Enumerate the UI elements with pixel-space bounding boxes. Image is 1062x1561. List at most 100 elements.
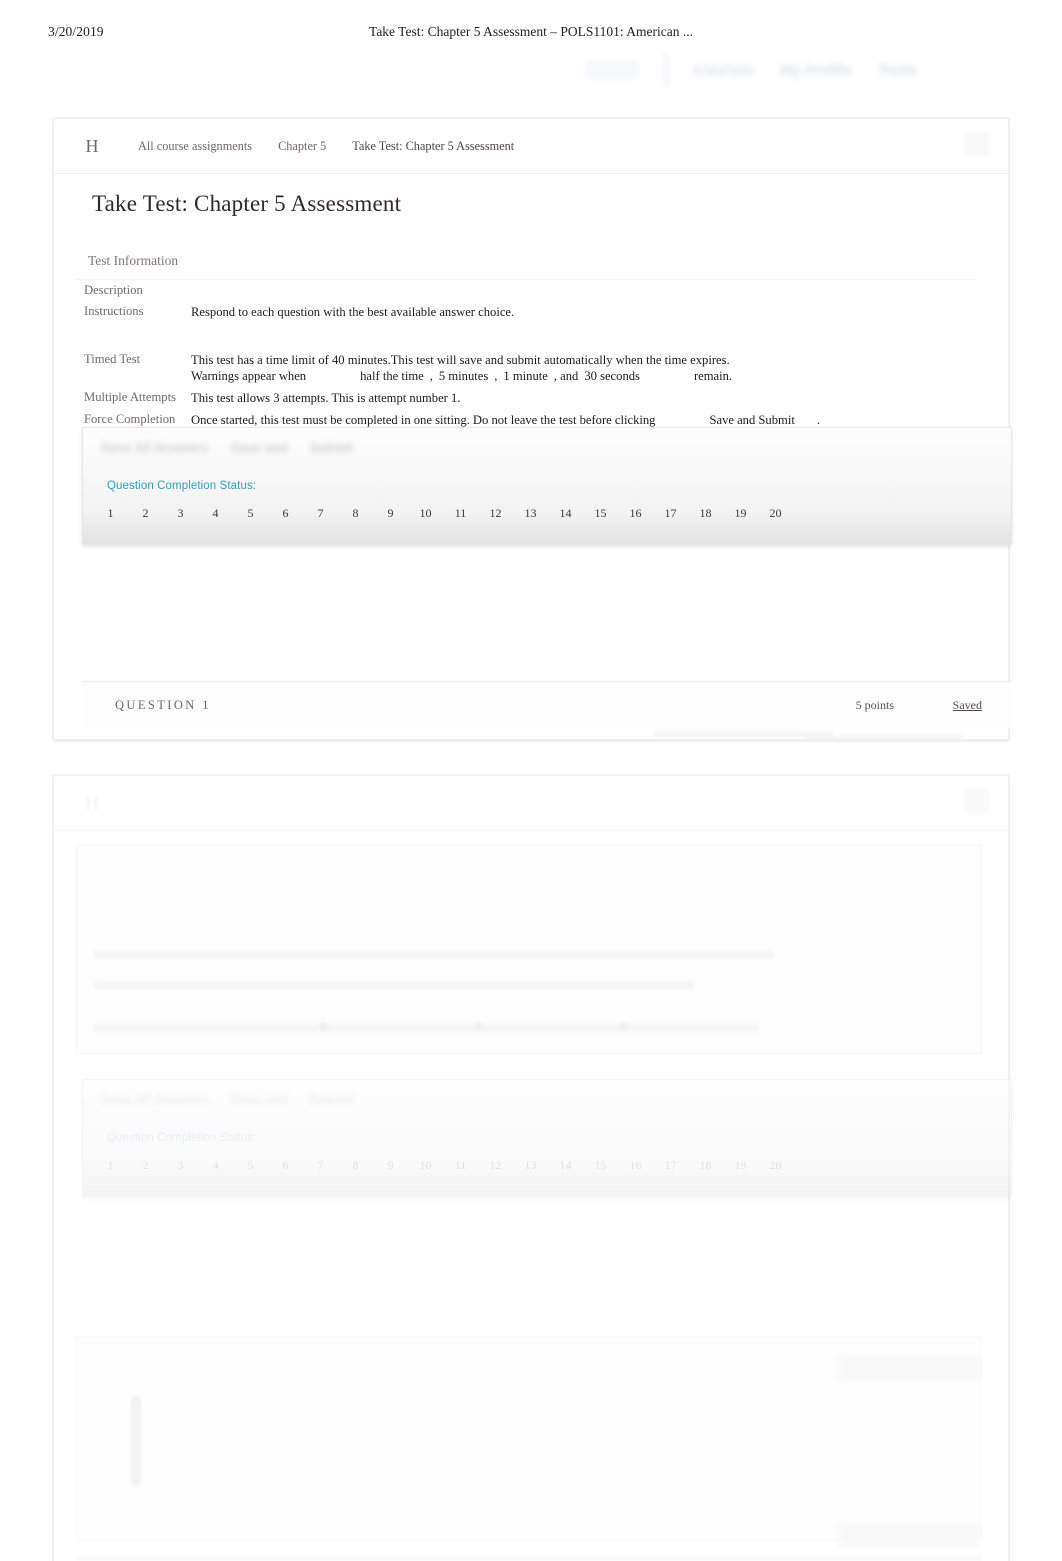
question-number-1[interactable]: 1 [93,506,128,521]
menu-icon[interactable] [964,788,990,814]
question-number-1[interactable]: 1 [93,1158,128,1173]
question-number-list[interactable]: 1 2 3 4 5 6 7 8 9 10 11 12 13 14 15 16 1… [93,506,793,521]
question-number-19[interactable]: 19 [723,1158,758,1173]
row-label-description: Description [84,283,143,297]
nav-link-my-profile[interactable]: My Profile [780,62,852,79]
warn-value-2: 5 minutes [438,369,489,384]
breadcrumb-item-all-course-assignments[interactable]: All course assignments [138,139,252,154]
test-action-buttons[interactable]: Save All Answers Save and Submit [101,1092,354,1107]
nav-link-tools[interactable]: Tools [878,62,917,79]
institution-logo: H [85,135,99,156]
question-block: QUESTION 1 5 points Saved [82,681,1012,728]
test-action-buttons[interactable]: Save All Answers Save and Submit [101,440,354,455]
question-status-badge[interactable]: Saved [953,698,982,713]
question-number-2[interactable]: 2 [128,1158,163,1173]
question-number-5[interactable]: 5 [233,506,268,521]
question-number-4[interactable]: 4 [198,506,233,521]
question-number-6[interactable]: 6 [268,506,303,521]
question-number-8[interactable]: 8 [338,506,373,521]
warn-value-3: 1 minute [503,369,548,384]
question-number-15[interactable]: 15 [583,1158,618,1173]
question-number-10[interactable]: 10 [408,1158,443,1173]
ghost-radio-option[interactable] [319,1022,328,1031]
save-all-answers-button[interactable]: Save All Answers [101,1092,208,1107]
table-row: Multiple Attempts This test allows 3 att… [76,387,976,409]
question-number-6[interactable]: 6 [268,1158,303,1173]
row-label-instructions: Instructions [84,304,144,318]
question-number-7[interactable]: 7 [303,506,338,521]
save-and-button[interactable]: Save and [230,440,287,455]
question-number-list[interactable]: 1 2 3 4 5 6 7 8 9 10 11 12 13 14 15 16 1… [93,1158,793,1173]
table-spacer-row [76,323,976,349]
save-and-submit-reference: Save and Submit [709,413,795,428]
save-all-answers-button[interactable]: Save All Answers [101,440,208,455]
question-number-19[interactable]: 19 [723,506,758,521]
test-information-panel: Test Information Description Instruction… [76,249,976,432]
warn-sep-3: , and [553,369,579,384]
scrollbar[interactable] [131,1396,141,1486]
warn-value-4: 30 seconds [584,369,640,384]
warn-suffix: remain. [693,369,733,384]
question-number-16[interactable]: 16 [618,506,653,521]
question-number-9[interactable]: 9 [373,506,408,521]
question-number-20[interactable]: 20 [758,506,793,521]
question-number-8[interactable]: 8 [338,1158,373,1173]
ghost-fragment [76,1556,982,1561]
brand-logo-icon [585,60,639,80]
nav-divider [665,53,668,87]
question-completion-status-label[interactable]: Question Completion Status: [107,1132,256,1144]
page-sheet-1: H All course assignments Chapter 5 Take … [53,118,1012,742]
question-number-3[interactable]: 3 [163,506,198,521]
row-value-multiple-attempts: This test allows 3 attempts. This is att… [191,391,461,406]
test-information-heading: Test Information [76,249,976,280]
question-number-11[interactable]: 11 [443,1158,478,1173]
menu-icon[interactable] [964,131,990,157]
question-number-17[interactable]: 17 [653,506,688,521]
breadcrumb-item-chapter-5[interactable]: Chapter 5 [278,139,326,154]
submit-button[interactable]: Submit [310,1092,354,1107]
question-number-10[interactable]: 10 [408,506,443,521]
row-label-timed-test: Timed Test [84,352,141,367]
warn-sep-1: , [429,369,433,384]
save-and-button[interactable]: Save and [230,1092,287,1107]
question-number-14[interactable]: 14 [548,1158,583,1173]
nav-link-courses[interactable]: Courses [694,62,754,79]
question-number-11[interactable]: 11 [443,506,478,521]
breadcrumb-item-take-test[interactable]: Take Test: Chapter 5 Assessment [352,139,514,154]
warn-prefix: Warnings appear when [191,369,307,384]
ghost-radio-option[interactable] [619,1022,628,1031]
institution-logo: H [85,792,99,813]
breadcrumb: All course assignments Chapter 5 Take Te… [138,139,514,154]
question-number-13[interactable]: 13 [513,1158,548,1173]
question-number-14[interactable]: 14 [548,506,583,521]
question-number-12[interactable]: 12 [478,506,513,521]
question-number-5[interactable]: 5 [233,1158,268,1173]
question-label: QUESTION 1 [115,697,211,712]
timed-test-warnings: Warnings appear when half the time, 5 minu… [191,368,976,384]
question-number-18[interactable]: 18 [688,1158,723,1173]
site-navigation[interactable]: Courses My Profile Tools [585,48,1005,92]
ghost-question-meta [839,1356,979,1380]
row-value-description [176,280,976,301]
test-information-table: Description Instructions Respond to each… [76,280,976,432]
force-completion-prefix: Once started, this test must be complete… [191,413,656,428]
question-number-17[interactable]: 17 [653,1158,688,1173]
ghost-radio-option[interactable] [474,1022,483,1031]
breadcrumb-bar: H All course assignments Chapter 5 Take … [54,119,1008,174]
question-number-7[interactable]: 7 [303,1158,338,1173]
question-number-12[interactable]: 12 [478,1158,513,1173]
submit-button[interactable]: Submit [310,440,354,455]
ghost-fragment [94,951,774,959]
question-number-20[interactable]: 20 [758,1158,793,1173]
question-number-13[interactable]: 13 [513,506,548,521]
question-completion-status-label[interactable]: Question Completion Status: [107,480,256,492]
question-number-9[interactable]: 9 [373,1158,408,1173]
question-points: 5 points [855,697,894,712]
question-number-2[interactable]: 2 [128,506,163,521]
question-number-15[interactable]: 15 [583,506,618,521]
question-number-16[interactable]: 16 [618,1158,653,1173]
question-number-3[interactable]: 3 [163,1158,198,1173]
question-number-4[interactable]: 4 [198,1158,233,1173]
question-number-18[interactable]: 18 [688,506,723,521]
ghost-question-panel [76,844,982,1054]
